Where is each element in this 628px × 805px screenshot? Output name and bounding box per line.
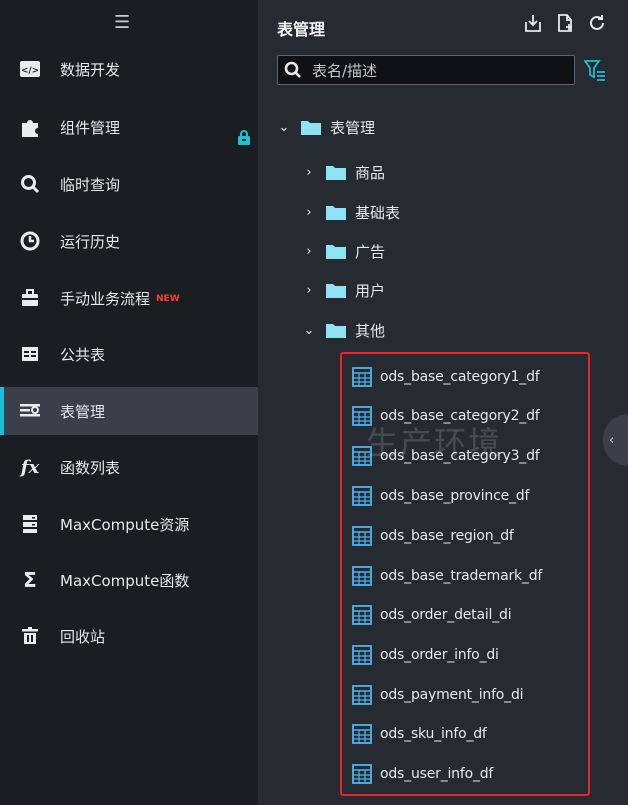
sidebar-item-mc-functions[interactable]: Σ MaxCompute函数 (0, 556, 258, 604)
tree-label: 广告 (355, 242, 386, 261)
sidebar-item-label: 数据开发 (60, 60, 121, 79)
folder-icon (326, 283, 346, 298)
search-input[interactable] (310, 59, 564, 83)
chevron-down-icon: ⌄ (303, 322, 315, 338)
sidebar-item-data-dev[interactable]: </> 数据开发 (0, 45, 258, 93)
sidebar-item-label: 公共表 (60, 345, 106, 364)
tree-root[interactable]: ⌄ 表管理 (277, 112, 375, 142)
sidebar-item-label: 组件管理 (60, 118, 121, 137)
sidebar-item-table-manage[interactable]: 表管理 (0, 387, 258, 435)
folder-icon (326, 165, 346, 180)
sidebar-item-public-tables[interactable]: 公共表 (0, 330, 258, 378)
puzzle-icon (17, 114, 43, 140)
folder-icon (301, 120, 321, 135)
new-badge: NEW (156, 293, 180, 304)
tree-label: 表管理 (330, 118, 376, 137)
sidebar-item-mc-resources[interactable]: MaxCompute资源 (0, 500, 258, 548)
clock-icon (17, 228, 43, 254)
folder-icon (326, 244, 346, 259)
search-icon (284, 61, 302, 79)
folder-icon (326, 323, 346, 338)
tree-folder[interactable]: › 广告 (302, 236, 385, 266)
sidebar-item-label: MaxCompute资源 (60, 515, 190, 534)
tree-label: 用户 (355, 281, 386, 300)
chevron-right-icon: › (306, 204, 312, 220)
sidebar-item-recycle-bin[interactable]: 回收站 (0, 612, 258, 660)
sigma-icon: Σ (23, 568, 37, 592)
sidebar-item-label: 临时查询 (60, 175, 121, 194)
trash-icon (17, 623, 43, 649)
tree-folder[interactable]: › 基础表 (302, 197, 400, 227)
import-icon[interactable] (522, 12, 544, 34)
folder-icon (326, 205, 346, 220)
tree-label: 基础表 (355, 203, 401, 222)
sidebar-item-temp-query[interactable]: 临时查询 (0, 160, 258, 208)
highlight-box (340, 352, 590, 796)
sidebar-item-functions[interactable]: fx 函数列表 (0, 443, 258, 491)
sidebar-item-label: 函数列表 (60, 458, 121, 477)
sidebar-item-run-history[interactable]: 运行历史 (0, 217, 258, 265)
sidebar: ☰ </> 数据开发 组件管理 临时查询 运行历史 手动业务流程 NEW 公共表… (0, 0, 258, 805)
server-icon (17, 511, 43, 537)
chevron-right-icon: › (306, 164, 312, 180)
refresh-icon[interactable] (586, 12, 608, 34)
sidebar-item-label: 手动业务流程 NEW (60, 289, 180, 308)
menu-icon[interactable]: ☰ (114, 12, 130, 33)
table-manage-icon (17, 398, 43, 424)
sidebar-item-label: 运行历史 (60, 232, 121, 251)
function-icon: fx (20, 456, 40, 478)
chevron-down-icon: ⌄ (278, 119, 290, 135)
tree-folder[interactable]: › 用户 (302, 275, 385, 305)
tree-label: 其他 (355, 321, 386, 340)
briefcase-icon (17, 285, 43, 311)
sidebar-item-label: 表管理 (60, 402, 106, 421)
code-icon: </> (17, 56, 43, 82)
sidebar-item-components[interactable]: 组件管理 (0, 103, 258, 151)
chevron-left-icon: ‹ (609, 432, 615, 448)
search-icon (17, 171, 43, 197)
tree-label: 商品 (355, 163, 386, 182)
tree-folder[interactable]: › 商品 (302, 157, 385, 187)
panel-toolbar (522, 12, 608, 34)
sidebar-item-manual-flow[interactable]: 手动业务流程 NEW (0, 274, 258, 322)
search-box (277, 55, 575, 85)
chevron-right-icon: › (306, 282, 312, 298)
sidebar-item-label: MaxCompute函数 (60, 571, 190, 590)
chevron-right-icon: › (306, 243, 312, 259)
lock-icon (236, 130, 252, 146)
table-grid-icon (17, 341, 43, 367)
sidebar-item-label: 回收站 (60, 627, 106, 646)
tree-folder-expanded[interactable]: ⌄ 其他 (302, 315, 385, 345)
svg-text:</>: </> (21, 66, 39, 76)
filter-icon[interactable] (583, 58, 606, 82)
panel-title: 表管理 (277, 20, 326, 39)
new-file-icon[interactable] (554, 12, 576, 34)
